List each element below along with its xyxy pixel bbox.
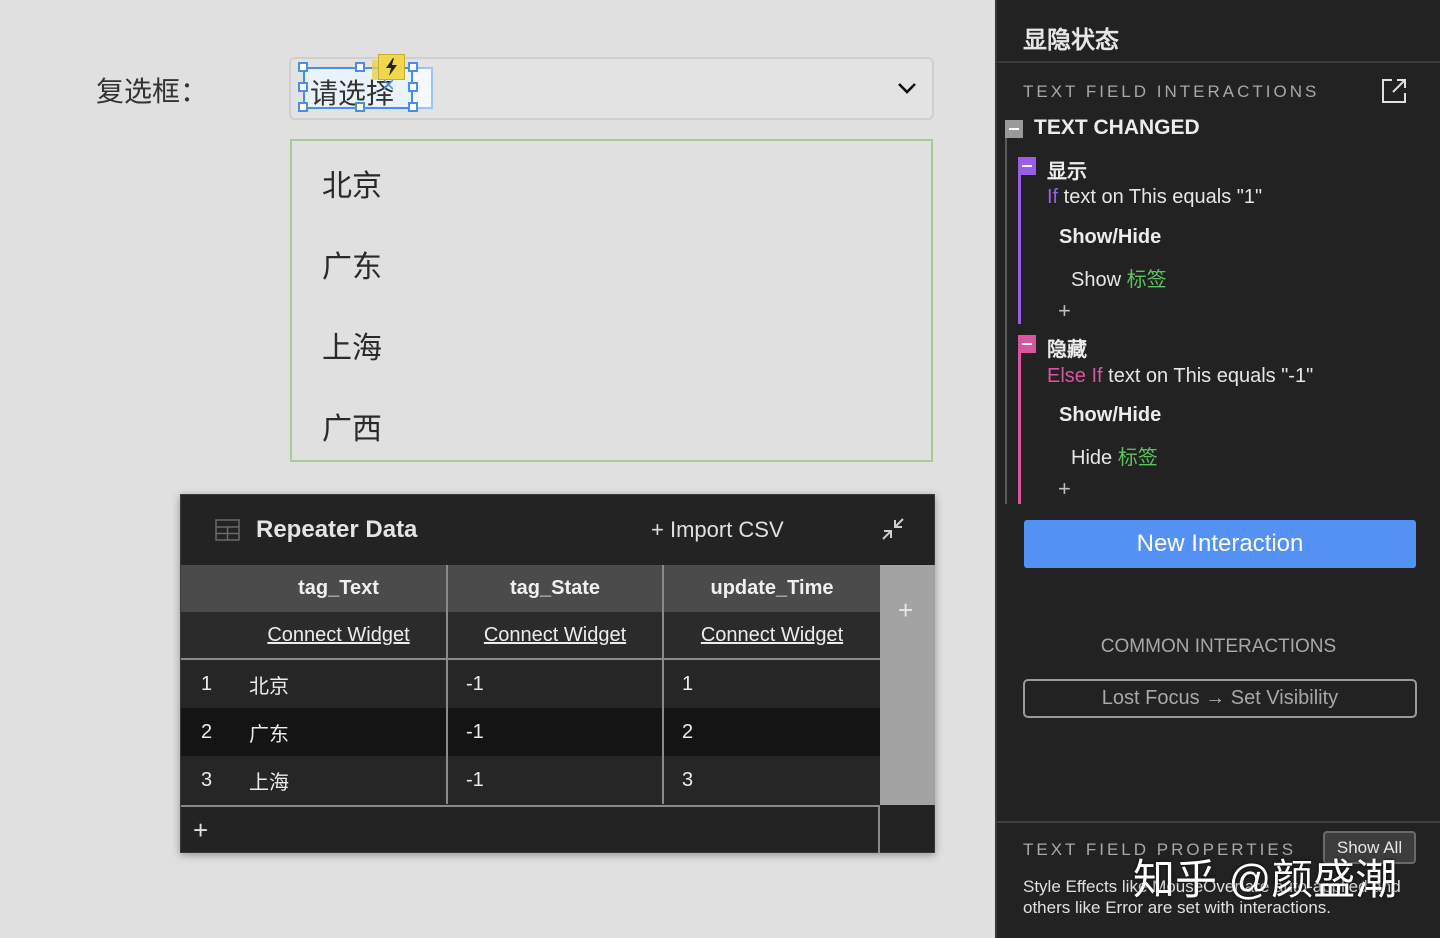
column-header[interactable]: tag_State <box>448 565 664 612</box>
table-row[interactable]: 2 广东 -1 2 <box>181 708 880 756</box>
resize-handle[interactable] <box>355 102 365 112</box>
row-index: 1 <box>201 672 213 695</box>
condition-keyword: Else If <box>1047 365 1103 387</box>
resize-handle[interactable] <box>298 102 308 112</box>
cell-update-time[interactable]: 2 <box>664 708 880 756</box>
case-name[interactable]: 隐藏 <box>1047 333 1087 362</box>
cell-tag-state[interactable]: -1 <box>448 660 664 708</box>
resize-handle[interactable] <box>408 62 418 72</box>
watermark: 知乎 @颜盛潮 <box>1133 856 1398 903</box>
case-name[interactable]: 显示 <box>1047 155 1087 184</box>
action-title[interactable]: Show/Hide <box>1059 226 1161 249</box>
condition-text: text on This equals "1" <box>1058 186 1263 208</box>
repeater-grid: tag_Text tag_State update_Time Connect W… <box>181 565 880 804</box>
divider <box>997 61 1440 63</box>
condition-text: text on This equals "-1" <box>1102 365 1314 387</box>
interactions-heading: TEXT FIELD INTERACTIONS <box>1023 82 1320 101</box>
option-item[interactable]: 广东 <box>322 242 382 286</box>
row-index: 3 <box>201 768 213 791</box>
cell-tag-text[interactable]: 3 上海 <box>181 756 448 804</box>
collapse-icon[interactable] <box>879 515 907 543</box>
action-detail[interactable]: Hide 标签 <box>1071 441 1158 470</box>
event-label[interactable]: TEXT CHANGED <box>1034 116 1200 140</box>
case-condition[interactable]: Else If text on This equals "-1" <box>1047 365 1313 388</box>
action-title[interactable]: Show/Hide <box>1059 404 1161 427</box>
widget-name[interactable]: 显隐状态 <box>1023 20 1119 55</box>
resize-handle[interactable] <box>408 102 418 112</box>
add-action-button[interactable]: + <box>1058 298 1071 324</box>
action-detail[interactable]: Show 标签 <box>1071 263 1167 292</box>
action-verb: Show <box>1071 269 1127 291</box>
option-item[interactable]: 广西 <box>322 404 382 448</box>
common-interaction-button[interactable]: Lost Focus → Set Visibility <box>1023 679 1417 718</box>
design-canvas[interactable]: 复选框： 请选择 × 北京 广东 上海 广西 Repeater Data + I… <box>0 0 995 938</box>
condition-keyword: If <box>1047 186 1059 208</box>
collapse-case-toggle[interactable] <box>1018 157 1036 175</box>
resize-handle[interactable] <box>355 62 365 72</box>
row-index: 2 <box>201 720 213 743</box>
cell-tag-text[interactable]: 2 广东 <box>181 708 448 756</box>
tree-line <box>1005 136 1007 504</box>
action-verb: Hide <box>1071 447 1118 469</box>
cell-tag-state[interactable]: -1 <box>448 708 664 756</box>
connect-widget-link[interactable]: Connect Widget <box>664 612 880 658</box>
add-row-area[interactable]: + <box>181 805 880 853</box>
connect-widget-row: Connect Widget Connect Widget Connect Wi… <box>181 612 880 660</box>
common-interactions-heading: COMMON INTERACTIONS <box>1100 636 1337 657</box>
field-label: 复选框： <box>96 76 209 107</box>
repeater-title: Repeater Data <box>256 516 418 543</box>
table-icon <box>215 519 240 541</box>
option-item[interactable]: 北京 <box>322 161 382 205</box>
options-list: 北京 广东 上海 广西 <box>290 139 933 462</box>
table-row[interactable]: 1 北京 -1 1 <box>181 660 880 708</box>
connect-widget-link[interactable]: Connect Widget <box>448 612 664 658</box>
action-target: 标签 <box>1117 447 1158 469</box>
add-column-button[interactable]: + <box>898 595 913 626</box>
import-csv-button[interactable]: + Import CSV <box>651 517 784 543</box>
interactions-panel: 显隐状态 TEXT FIELD INTERACTIONS TEXT CHANGE… <box>995 0 1440 938</box>
column-header[interactable]: tag_Text <box>181 565 448 612</box>
collapse-event-toggle[interactable] <box>1005 120 1023 138</box>
case-line <box>1018 344 1021 504</box>
cell-update-time[interactable]: 1 <box>664 660 880 708</box>
column-header[interactable]: update_Time <box>664 565 880 612</box>
resize-handle[interactable] <box>408 82 418 92</box>
case-line <box>1018 166 1021 324</box>
add-action-button[interactable]: + <box>1058 476 1071 502</box>
case-condition[interactable]: If text on This equals "1" <box>1047 186 1262 209</box>
cell-value: 广东 <box>249 723 289 746</box>
repeater-data-panel: Repeater Data + Import CSV tag_Text tag_… <box>180 494 935 853</box>
repeater-header: Repeater Data + Import CSV <box>181 495 934 566</box>
cell-value: 上海 <box>249 771 289 794</box>
collapse-case-toggle[interactable] <box>1018 335 1036 353</box>
table-row[interactable]: 3 上海 -1 3 <box>181 756 880 804</box>
popout-icon[interactable] <box>1380 77 1408 105</box>
add-column-area[interactable]: + <box>880 565 935 805</box>
new-interaction-button[interactable]: New Interaction <box>1024 520 1416 568</box>
chevron-down-icon[interactable] <box>896 77 918 99</box>
column-header-row: tag_Text tag_State update_Time <box>181 565 880 612</box>
lightning-icon[interactable] <box>378 54 405 80</box>
cell-tag-state[interactable]: -1 <box>448 756 664 804</box>
cell-tag-text[interactable]: 1 北京 <box>181 660 448 708</box>
resize-handle[interactable] <box>298 82 308 92</box>
divider <box>997 821 1440 823</box>
connect-widget-link[interactable]: Connect Widget <box>181 612 448 658</box>
resize-handle[interactable] <box>298 62 308 72</box>
add-row-button[interactable]: + <box>193 815 208 846</box>
cell-value: 北京 <box>249 675 289 698</box>
action-target: 标签 <box>1126 269 1167 291</box>
cell-update-time[interactable]: 3 <box>664 756 880 804</box>
option-item[interactable]: 上海 <box>322 323 382 367</box>
